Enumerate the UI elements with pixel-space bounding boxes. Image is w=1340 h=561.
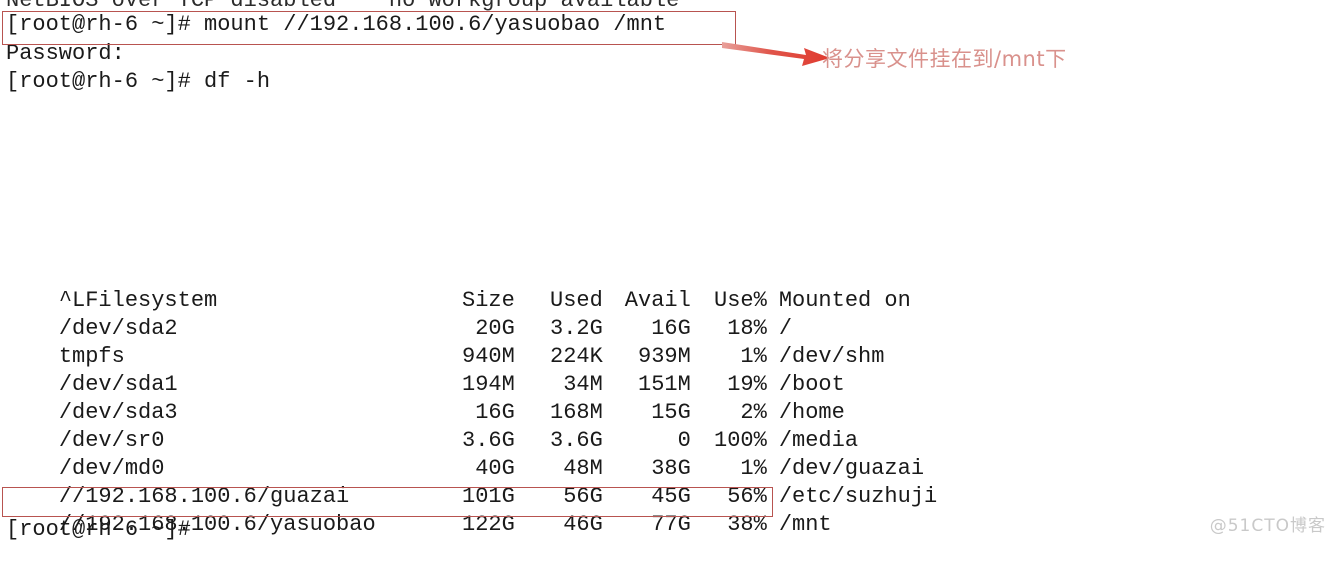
df-cell-avail: 77G (651, 512, 691, 537)
watermark: @51CTO博客 (1209, 516, 1326, 536)
df-cell-use-pct: 38% (727, 512, 767, 537)
terminal-line-final-prompt: [root@rh-6 ~]# (6, 517, 191, 542)
terminal-line-df-command: [root@rh-6 ~]# df -h (6, 69, 271, 94)
terminal-output: NetBIOS over TCP disabled no workgroup a… (0, 0, 1340, 544)
annotation-callout-text: 将分享文件挂在到/mnt下 (822, 47, 1067, 71)
df-cell-used: 46G (563, 512, 603, 537)
terminal-line-mount-command: [root@rh-6 ~]# mount //192.168.100.6/yas… (6, 12, 667, 37)
df-cell-size: 122G (462, 512, 515, 537)
df-cell-mounted-on: /mnt (778, 512, 832, 537)
terminal-line-password-prompt: Password: (6, 41, 125, 66)
